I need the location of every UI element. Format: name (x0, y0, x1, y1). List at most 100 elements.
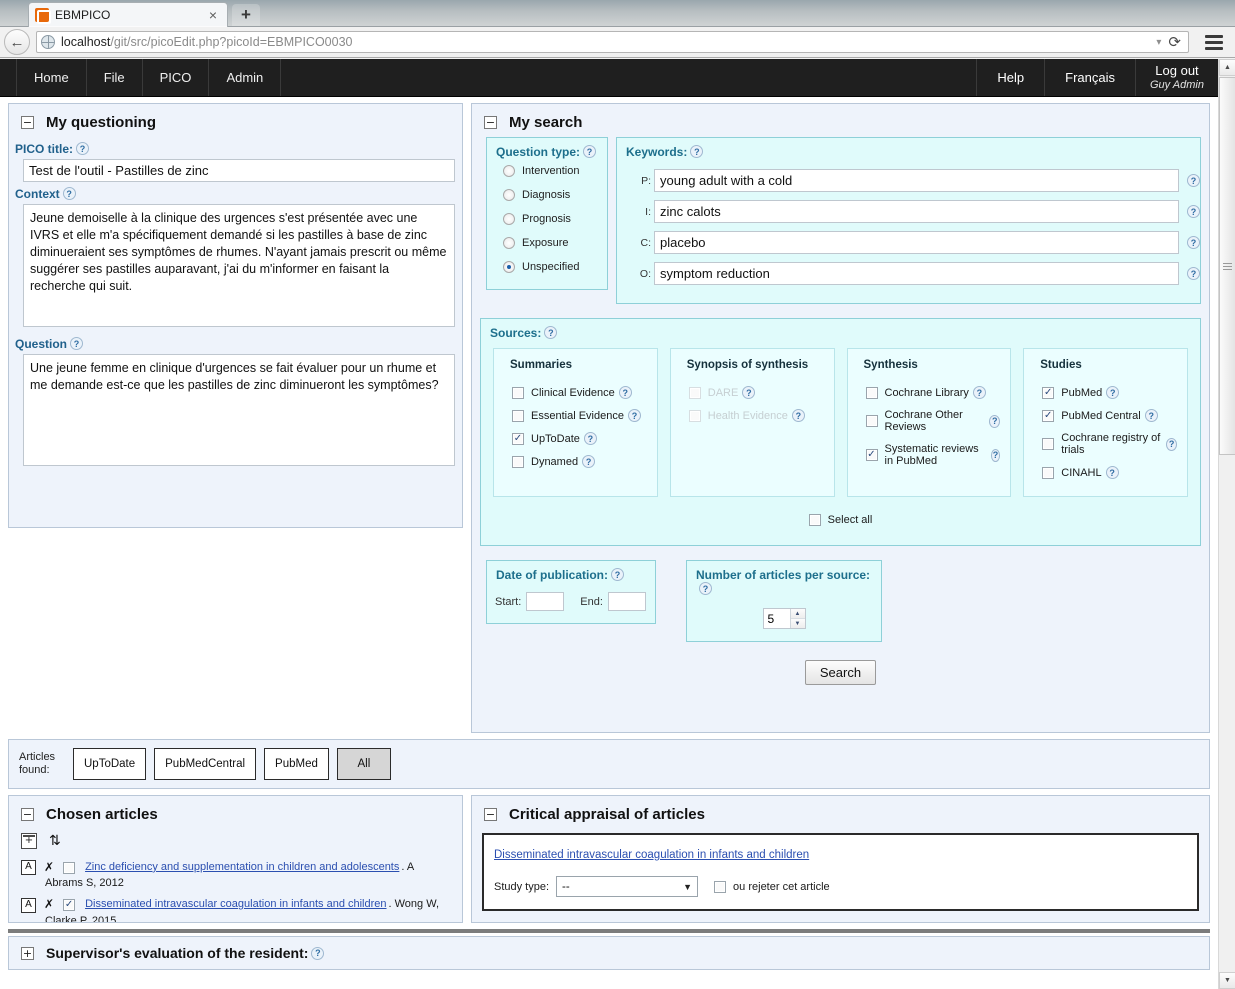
collapse-toggle-icon[interactable]: − (21, 808, 34, 821)
help-icon[interactable]: ? (690, 145, 703, 158)
nav-item-language[interactable]: Français (1044, 59, 1135, 96)
scroll-up-icon[interactable]: ▲ (1219, 59, 1235, 76)
stepper-down-icon[interactable]: ▼ (791, 619, 805, 628)
article-link[interactable]: Zinc deficiency and supplementation in c… (85, 860, 399, 876)
date-start-input[interactable] (526, 592, 564, 611)
collapse-toggle-icon[interactable]: − (21, 116, 34, 129)
checkbox-systematic-reviews-pubmed[interactable]: ✓ Systematic reviews in PubMed ? (858, 438, 1001, 472)
tab-all[interactable]: All (337, 748, 391, 780)
keyword-row-o: O: ? (617, 258, 1200, 289)
help-icon[interactable]: ? (742, 386, 755, 399)
help-icon[interactable]: ? (76, 142, 89, 155)
radio-unspecified[interactable]: Unspecified (487, 255, 607, 279)
nav-item-pico[interactable]: PICO (143, 59, 210, 96)
nav-item-admin[interactable]: Admin (209, 59, 281, 96)
question-textarea[interactable] (23, 354, 455, 466)
nav-item-home[interactable]: Home (16, 59, 87, 96)
tab-pubmed[interactable]: PubMed (264, 748, 329, 780)
close-icon[interactable]: × (205, 8, 221, 22)
pico-title-input[interactable] (23, 159, 455, 182)
date-end-input[interactable] (608, 592, 646, 611)
remove-icon[interactable]: ✗ (44, 896, 54, 913)
scrollbar-thumb[interactable] (1219, 77, 1235, 455)
radio-icon (503, 213, 515, 225)
checkbox-cochrane-library[interactable]: Cochrane Library ? (858, 381, 1001, 404)
collapse-toggle-icon[interactable]: − (484, 808, 497, 821)
scroll-down-icon[interactable]: ▼ (1219, 972, 1235, 989)
help-icon[interactable]: ? (1187, 267, 1200, 280)
help-icon[interactable]: ? (584, 432, 597, 445)
radio-prognosis[interactable]: Prognosis (487, 207, 607, 231)
radio-exposure[interactable]: Exposure (487, 231, 607, 255)
logout-button[interactable]: Log out Guy Admin (1135, 59, 1218, 96)
tab-uptodate[interactable]: UpToDate (73, 748, 146, 780)
help-icon[interactable]: ? (1187, 205, 1200, 218)
help-icon[interactable]: ? (63, 187, 76, 200)
browser-tab-ebmpico[interactable]: EBMPICO × (28, 2, 228, 27)
help-icon[interactable]: ? (619, 386, 632, 399)
articles-per-source-input[interactable] (764, 609, 790, 628)
article-link[interactable]: Disseminated intravascular coagulation i… (85, 897, 386, 913)
help-icon[interactable]: ? (583, 145, 596, 158)
help-icon[interactable]: ? (1166, 438, 1177, 451)
checkbox-pubmed[interactable]: ✓ PubMed ? (1034, 381, 1177, 404)
checkbox-cochrane-registry-trials[interactable]: Cochrane registry of trials ? (1034, 427, 1177, 461)
checkbox-uptodate[interactable]: ✓ UpToDate ? (504, 427, 647, 450)
export-icon[interactable]: + (21, 833, 37, 849)
help-icon[interactable]: ? (611, 568, 624, 581)
address-bar[interactable]: localhost/git/src/picoEdit.php?picoId=EB… (36, 31, 1189, 53)
help-icon[interactable]: ? (544, 326, 557, 339)
new-tab-button[interactable]: + (232, 4, 260, 26)
page-scrollbar[interactable]: ▲ ▼ (1218, 59, 1235, 989)
help-icon[interactable]: ? (582, 455, 595, 468)
appraisal-article-link[interactable]: Disseminated intravascular coagulation i… (494, 849, 809, 861)
keyword-input-o[interactable] (654, 262, 1179, 285)
radio-intervention[interactable]: Intervention (487, 159, 607, 183)
nav-item-file[interactable]: File (87, 59, 143, 96)
help-icon[interactable]: ? (1187, 174, 1200, 187)
help-icon[interactable]: ? (792, 409, 805, 422)
keyword-input-c[interactable] (654, 231, 1179, 254)
menu-icon[interactable] (1197, 29, 1231, 55)
checkbox-pubmed-central[interactable]: ✓ PubMed Central ? (1034, 404, 1177, 427)
help-icon[interactable]: ? (1106, 466, 1119, 479)
sort-icon[interactable]: ⇅ (49, 834, 61, 848)
checkbox-dynamed[interactable]: Dynamed ? (504, 450, 647, 473)
stepper-up-icon[interactable]: ▲ (791, 609, 805, 619)
help-icon[interactable]: ? (989, 415, 1000, 428)
help-icon[interactable]: ? (311, 947, 324, 960)
checkbox-icon-checked[interactable]: ✓ (63, 899, 75, 911)
help-icon[interactable]: ? (699, 582, 712, 595)
help-icon[interactable]: ? (628, 409, 641, 422)
page-viewport: Home File PICO Admin Help Français Log o… (0, 59, 1235, 989)
checkbox-icon[interactable] (63, 862, 75, 874)
expand-toggle-icon[interactable]: + (21, 947, 34, 960)
keyword-input-p[interactable] (654, 169, 1179, 192)
reload-icon[interactable]: ⟳ (1168, 33, 1181, 51)
keyword-input-i[interactable] (654, 200, 1179, 223)
search-button[interactable]: Search (805, 660, 876, 685)
remove-icon[interactable]: ✗ (44, 859, 54, 876)
context-textarea[interactable] (23, 204, 455, 327)
help-icon[interactable]: ? (70, 337, 83, 350)
tab-pubmedcentral[interactable]: PubMedCentral (154, 748, 256, 780)
back-icon[interactable]: ← (4, 29, 30, 55)
help-icon[interactable]: ? (1145, 409, 1158, 422)
help-icon[interactable]: ? (973, 386, 986, 399)
help-icon[interactable]: ? (1106, 386, 1119, 399)
collapse-toggle-icon[interactable]: − (484, 116, 497, 129)
chevron-down-icon[interactable]: ▾ (1156, 37, 1161, 48)
checkbox-select-all[interactable]: Select all (809, 509, 873, 531)
articles-per-source-stepper[interactable]: ▲ ▼ (763, 608, 806, 629)
checkbox-cochrane-other-reviews[interactable]: Cochrane Other Reviews ? (858, 404, 1001, 438)
nav-item-help[interactable]: Help (976, 59, 1044, 96)
help-icon[interactable]: ? (991, 449, 1001, 462)
checkbox-icon[interactable] (714, 881, 726, 893)
tab-strip: EBMPICO × + (0, 0, 1235, 27)
checkbox-clinical-evidence[interactable]: Clinical Evidence ? (504, 381, 647, 404)
checkbox-cinahl[interactable]: CINAHL ? (1034, 461, 1177, 484)
help-icon[interactable]: ? (1187, 236, 1200, 249)
checkbox-essential-evidence[interactable]: Essential Evidence ? (504, 404, 647, 427)
radio-diagnosis[interactable]: Diagnosis (487, 183, 607, 207)
study-type-select[interactable]: -- ▼ (556, 876, 698, 897)
